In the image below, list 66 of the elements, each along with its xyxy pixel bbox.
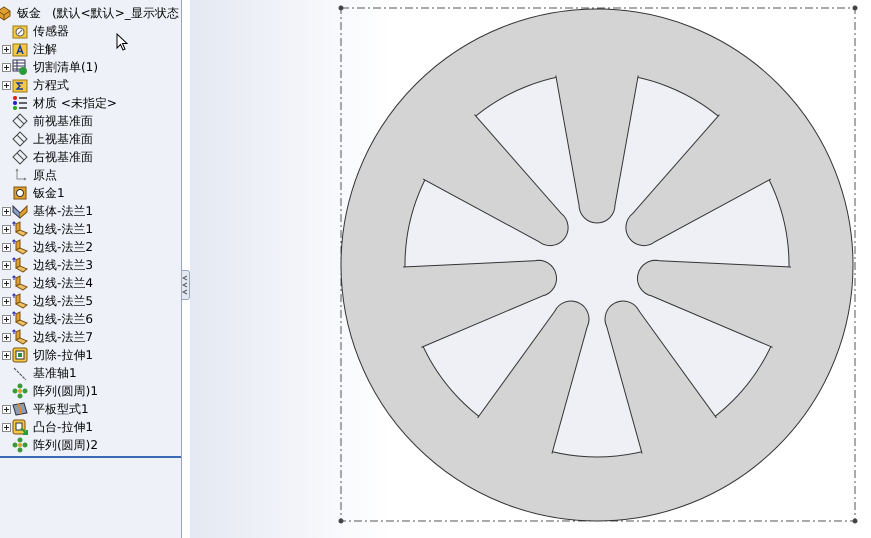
edgeflange-icon: [12, 221, 28, 237]
feature-item[interactable]: 上视基准面: [32, 130, 94, 148]
feature-item[interactable]: 边线-法兰4: [32, 274, 94, 292]
expand-icon[interactable]: [2, 242, 10, 252]
expand-icon[interactable]: [2, 206, 10, 216]
feature-item[interactable]: 边线-法兰7: [32, 328, 94, 346]
feature-item[interactable]: 传感器: [32, 22, 70, 40]
feature-item[interactable]: 边线-法兰6: [32, 310, 94, 328]
expand-icon[interactable]: [2, 404, 10, 414]
expand-icon[interactable]: [2, 422, 10, 432]
feature-item[interactable]: 原点: [32, 166, 58, 184]
edgeflange-icon: [12, 239, 28, 255]
feature-item[interactable]: 材质 <未指定>: [32, 94, 118, 112]
plane-icon: [12, 131, 28, 147]
expand-icon[interactable]: [2, 62, 10, 72]
feature-item[interactable]: 阵列(圆周)1: [32, 382, 99, 400]
sensor-icon: [12, 23, 28, 39]
material-icon: [12, 95, 28, 111]
part-name[interactable]: 钣金: [16, 4, 42, 22]
feature-item[interactable]: 注解: [32, 40, 58, 58]
feature-item[interactable]: 方程式: [32, 76, 70, 94]
cut-icon: [12, 347, 28, 363]
expand-icon[interactable]: [2, 224, 10, 234]
equation-icon: [12, 77, 28, 93]
expand-icon[interactable]: [2, 44, 10, 54]
pattern-icon: [12, 383, 28, 399]
feature-item[interactable]: 钣金1: [32, 184, 66, 202]
feature-item[interactable]: 边线-法兰3: [32, 256, 94, 274]
feature-item[interactable]: 边线-法兰2: [32, 238, 94, 256]
flat-icon: [12, 401, 28, 417]
axis-icon: [12, 365, 28, 381]
expand-icon[interactable]: [2, 332, 10, 342]
annotation-icon: [12, 41, 28, 57]
expand-icon[interactable]: [2, 296, 10, 306]
mouse-pointer-icon: [116, 33, 128, 51]
feature-item[interactable]: 基体-法兰1: [32, 202, 94, 220]
feature-item[interactable]: 切除-拉伸1: [32, 346, 94, 364]
baseflange-icon: [12, 203, 28, 219]
cutlist-icon: [12, 59, 28, 75]
feature-item[interactable]: 基准轴1: [32, 364, 78, 382]
expand-icon[interactable]: [2, 80, 10, 90]
feature-item[interactable]: 边线-法兰5: [32, 292, 94, 310]
expand-icon[interactable]: [2, 260, 10, 270]
feature-item[interactable]: 阵列(圆周)2: [32, 436, 99, 454]
edgeflange-icon: [12, 293, 28, 309]
feature-item[interactable]: 边线-法兰1: [32, 220, 94, 238]
edgeflange-icon: [12, 275, 28, 291]
feature-item[interactable]: 切割清单(1): [32, 58, 99, 76]
configuration-label: (默认<默认>_显示状态: [52, 4, 179, 22]
panel-collapse-handle[interactable]: [182, 270, 190, 300]
feature-item[interactable]: 平板型式1: [32, 400, 90, 418]
expand-icon[interactable]: [2, 314, 10, 324]
edgeflange-icon: [12, 329, 28, 345]
feature-item[interactable]: 凸台-拉伸1: [32, 418, 94, 436]
plane-icon: [12, 149, 28, 165]
boss-icon: [12, 419, 28, 435]
sheetmetal-icon: [12, 185, 28, 201]
edgeflange-icon: [12, 257, 28, 273]
feature-item[interactable]: 右视基准面: [32, 148, 94, 166]
edgeflange-icon: [12, 311, 28, 327]
plane-icon: [12, 113, 28, 129]
pattern-icon: [12, 437, 28, 453]
feature-item[interactable]: 前视基准面: [32, 112, 94, 130]
expand-icon[interactable]: [2, 278, 10, 288]
part-icon: [0, 5, 12, 21]
expand-icon[interactable]: [2, 350, 10, 360]
